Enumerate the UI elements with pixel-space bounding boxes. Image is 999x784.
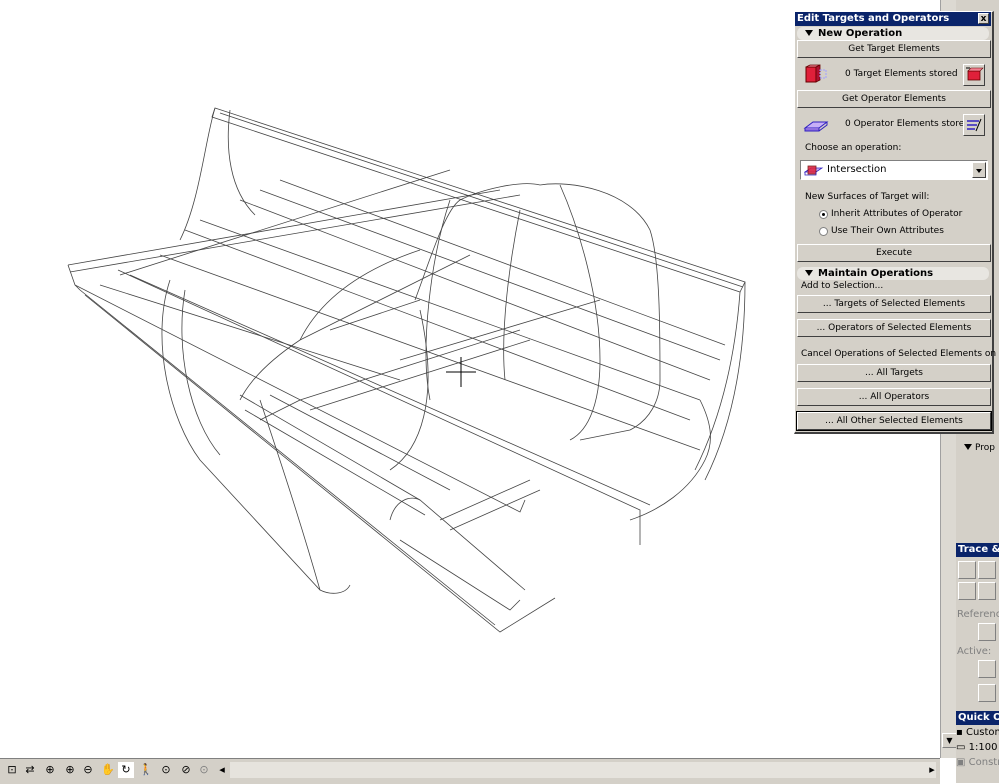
section-title: New Operation bbox=[818, 28, 903, 39]
select-operators-icon bbox=[967, 118, 982, 132]
quick-row-constr[interactable]: ▣ Constr bbox=[956, 756, 999, 770]
active-button-2[interactable] bbox=[978, 684, 996, 702]
select-targets-icon bbox=[966, 67, 984, 81]
own-attributes-radio[interactable] bbox=[819, 227, 828, 236]
reference-button[interactable] bbox=[978, 623, 996, 641]
fit-window-icon[interactable]: ⇄ bbox=[22, 762, 38, 778]
operator-elements-icon bbox=[803, 121, 829, 132]
bottom-toolbar: ⊡ ⇄ ⊕ ⊕ ⊖ ✋ ↻ 🚶 ⊙ ⊘ ⊙ ◂ ▸ bbox=[0, 758, 940, 784]
horizontal-scrollbar[interactable] bbox=[230, 762, 936, 778]
prop-label: Prop bbox=[975, 443, 995, 453]
operators-of-selected-button[interactable]: ... Operators of Selected Elements bbox=[797, 319, 991, 337]
zoom-in-icon[interactable]: ⊕ bbox=[62, 762, 78, 778]
operation-value: Intersection bbox=[827, 164, 887, 175]
walk-icon[interactable]: 🚶 bbox=[138, 762, 154, 778]
inherit-radio[interactable] bbox=[819, 210, 828, 219]
operator-stored-count: 0 Operator Elements stored bbox=[845, 119, 971, 129]
get-target-elements-button[interactable]: Get Target Elements bbox=[797, 40, 991, 58]
scroll-right-icon[interactable]: ▸ bbox=[924, 762, 940, 778]
get-operator-elements-button[interactable]: Get Operator Elements bbox=[797, 90, 991, 108]
collapse-icon bbox=[805, 30, 813, 36]
zoom-other-icon[interactable]: ⊙ bbox=[196, 762, 212, 778]
cancel-operations-label: Cancel Operations of Selected Elements o… bbox=[801, 349, 999, 359]
trace-button-3[interactable] bbox=[958, 582, 976, 600]
trace-button-1[interactable] bbox=[958, 561, 976, 579]
prop-section[interactable]: Prop bbox=[958, 440, 999, 456]
all-operators-button[interactable]: ... All Operators bbox=[797, 388, 991, 406]
quick-row-label: Constr bbox=[968, 757, 999, 768]
operation-select[interactable]: Intersection bbox=[800, 160, 988, 180]
chevron-down-icon[interactable] bbox=[972, 162, 986, 178]
zoom-prev-icon[interactable]: ⊙ bbox=[158, 762, 174, 778]
select-targets-button[interactable] bbox=[963, 64, 985, 86]
zoom-out-icon[interactable]: ⊖ bbox=[80, 762, 96, 778]
all-other-selected-button[interactable]: ... All Other Selected Elements bbox=[796, 411, 992, 431]
zoom-window-icon[interactable]: ⊡ bbox=[4, 762, 20, 778]
orbit-icon[interactable]: ↻ bbox=[118, 762, 134, 778]
zoom-in-options-icon[interactable]: ⊕ bbox=[42, 762, 58, 778]
zoom-next-icon[interactable]: ⊘ bbox=[178, 762, 194, 778]
targets-of-selected-button[interactable]: ... Targets of Selected Elements bbox=[797, 295, 991, 313]
trace-button-2[interactable] bbox=[978, 561, 996, 579]
quick-row-scale[interactable]: ▭ 1:100 bbox=[956, 741, 999, 755]
edit-targets-operators-palette: Edit Targets and Operators x New Operati… bbox=[794, 11, 999, 434]
all-targets-button[interactable]: ... All Targets bbox=[797, 364, 991, 382]
inherit-radio-label: Inherit Attributes of Operator bbox=[831, 209, 963, 219]
quick-row-label: 1:100 bbox=[968, 742, 998, 753]
target-elements-icon bbox=[805, 64, 827, 83]
active-label: Active: bbox=[957, 646, 992, 657]
quick-options-title: Quick Op bbox=[956, 711, 999, 725]
choose-operation-label: Choose an operation: bbox=[805, 143, 902, 153]
quick-row-label: Custom bbox=[965, 727, 999, 738]
pan-hand-icon[interactable]: ✋ bbox=[100, 762, 116, 778]
active-button[interactable] bbox=[978, 660, 996, 678]
reference-label: Reference: bbox=[957, 609, 999, 620]
close-icon[interactable]: x bbox=[978, 13, 989, 24]
intersection-icon bbox=[804, 165, 824, 176]
scroll-down-icon[interactable]: ▼ bbox=[942, 733, 957, 748]
collapse-icon bbox=[805, 270, 813, 276]
trace-panel-title: Trace & R bbox=[956, 543, 999, 557]
palette-title-text: Edit Targets and Operators bbox=[797, 13, 950, 24]
maintain-operations-header[interactable]: Maintain Operations bbox=[797, 267, 989, 280]
surfaces-label: New Surfaces of Target will: bbox=[805, 192, 930, 202]
target-stored-count: 0 Target Elements stored bbox=[845, 69, 958, 79]
palette-title[interactable]: Edit Targets and Operators x bbox=[795, 12, 991, 26]
section-title: Maintain Operations bbox=[818, 268, 934, 279]
add-to-selection-label: Add to Selection... bbox=[801, 281, 884, 291]
collapse-icon bbox=[964, 444, 972, 450]
quick-row-custom[interactable]: ▪ Custom bbox=[956, 726, 999, 740]
trace-button-4[interactable] bbox=[978, 582, 996, 600]
scroll-left-icon[interactable]: ◂ bbox=[214, 762, 230, 778]
own-attributes-radio-label: Use Their Own Attributes bbox=[831, 226, 944, 236]
new-operation-header[interactable]: New Operation bbox=[797, 27, 989, 40]
execute-button[interactable]: Execute bbox=[797, 244, 991, 262]
select-operators-button[interactable] bbox=[963, 114, 985, 136]
